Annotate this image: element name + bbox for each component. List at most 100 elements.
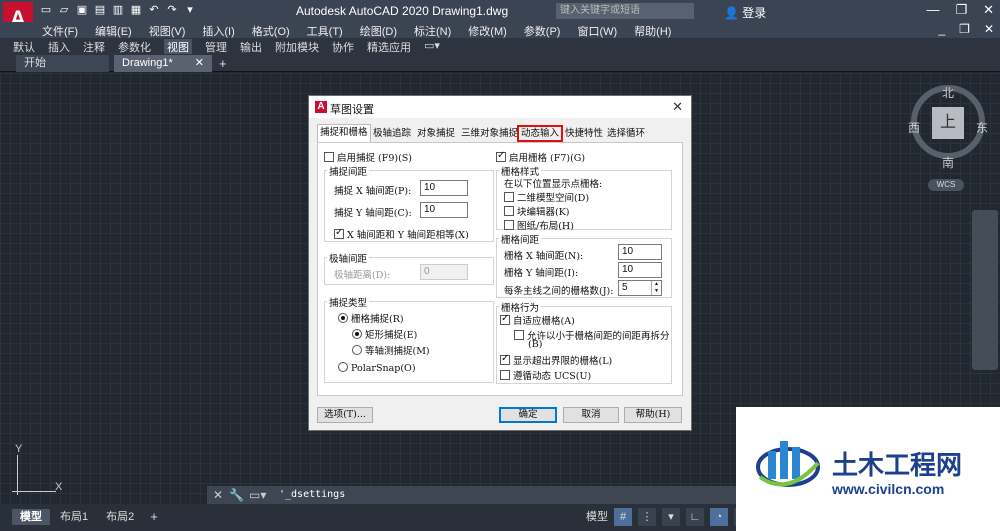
polar-tracking-icon[interactable]: ◔ — [710, 508, 728, 526]
ribbon-tab-addins[interactable]: 附加模块 — [275, 39, 319, 55]
follow-ucs-checkbox[interactable]: 遵循动态 UCS(U) — [500, 368, 591, 382]
snap-dropdown-icon[interactable]: ▾ — [662, 508, 680, 526]
command-line[interactable]: ✕ 🔧 ▭▾ '_dsettings — [207, 486, 737, 504]
polarsnap-radio[interactable]: PolarSnap(O) — [338, 362, 416, 374]
grid-y-label: 栅格 Y 轴间距(I): — [504, 268, 579, 279]
doc-close-icon[interactable]: ✕ — [984, 22, 994, 36]
menu-format[interactable]: 格式(O) — [252, 23, 290, 39]
grid-snap-radio[interactable]: 栅格捕捉(R) — [338, 311, 404, 325]
snap-x-input[interactable]: 10 — [420, 180, 468, 196]
open-folder-icon[interactable]: ▱ — [58, 3, 70, 17]
grid-y-input[interactable]: 10 — [618, 262, 662, 278]
wcs-menu[interactable]: WCS — [928, 179, 964, 191]
layout-tab-model[interactable]: 模型 — [12, 509, 50, 525]
tab-quick-properties[interactable]: 快捷特性 — [565, 126, 603, 142]
ribbon-tab-home[interactable]: 默认 — [13, 39, 35, 55]
plot-icon[interactable]: ▦ — [130, 3, 142, 17]
compass-east[interactable]: 东 — [976, 119, 988, 136]
ribbon-tab-manage[interactable]: 管理 — [205, 39, 227, 55]
new-tab-icon[interactable]: + — [219, 56, 227, 71]
viewcube-top-face[interactable]: 上 — [932, 107, 964, 139]
grid-sheet-layout-checkbox[interactable]: 图纸/布局(H) — [504, 218, 574, 232]
menu-window[interactable]: 窗口(W) — [577, 23, 617, 39]
ribbon-tab-output[interactable]: 输出 — [240, 39, 262, 55]
login-link[interactable]: 👤 登录 — [724, 4, 766, 21]
save-icon[interactable]: ▣ — [76, 3, 88, 17]
tab-object-snap[interactable]: 对象捕捉 — [417, 126, 455, 142]
tab-polar-tracking[interactable]: 极轴追踪 — [373, 126, 411, 142]
command-text[interactable]: '_dsettings — [279, 489, 345, 500]
menu-help[interactable]: 帮助(H) — [634, 23, 671, 39]
undo-icon[interactable]: ↶ — [148, 3, 160, 17]
grid-on-checkbox[interactable]: 启用栅格 (F7)(G) — [496, 150, 585, 164]
options-button[interactable]: 选项(T)... — [317, 407, 373, 423]
wrench-icon[interactable]: 🔧 — [229, 488, 244, 502]
compass-north[interactable]: 北 — [942, 84, 954, 101]
menu-parametric[interactable]: 参数(P) — [524, 23, 561, 39]
doc-tab-start[interactable]: 开始 — [16, 55, 109, 72]
new-file-icon[interactable]: ▭ — [40, 3, 52, 17]
snap-y-input[interactable]: 10 — [420, 202, 468, 218]
doc-restore-icon[interactable]: ❐ — [959, 22, 970, 36]
dialog-close-icon[interactable]: ✕ — [672, 99, 683, 115]
close-icon[interactable]: ✕ — [213, 488, 223, 502]
grid-display-icon[interactable]: # — [614, 508, 632, 526]
menu-draw[interactable]: 绘图(D) — [360, 23, 397, 39]
ribbon-tab-insert[interactable]: 插入 — [48, 39, 70, 55]
layout-tab-layout1[interactable]: 布局1 — [52, 509, 96, 525]
command-prompt-icon[interactable]: ▭▾ — [249, 488, 266, 502]
ortho-icon[interactable]: ∟ — [686, 508, 704, 526]
minimize-icon[interactable]: — — [926, 2, 939, 18]
polar-distance-input[interactable]: 0 — [420, 264, 468, 280]
menu-file[interactable]: 文件(F) — [42, 23, 78, 39]
rectangular-snap-radio[interactable]: 矩形捕捉(E) — [352, 327, 417, 341]
stepper-arrows-icon[interactable]: ▲ ▼ — [651, 281, 661, 295]
customize-dropdown-icon[interactable]: ▾ — [184, 3, 196, 17]
ribbon-tab-parametric[interactable]: 参数化 — [118, 39, 151, 55]
compass-south[interactable]: 南 — [942, 154, 954, 171]
adaptive-grid-checkbox[interactable]: 自适应栅格(A) — [500, 313, 575, 327]
snap-mode-icon[interactable]: ⋮ — [638, 508, 656, 526]
navigation-bar[interactable] — [972, 210, 998, 370]
close-icon[interactable]: ✕ — [983, 2, 994, 18]
layout-tab-layout2[interactable]: 布局2 — [98, 509, 142, 525]
ribbon-tab-collaborate[interactable]: 协作 — [332, 39, 354, 55]
cancel-button[interactable]: 取消 — [563, 407, 619, 423]
redo-icon[interactable]: ↷ — [166, 3, 178, 17]
menu-modify[interactable]: 修改(M) — [468, 23, 507, 39]
search-input[interactable]: 键入关键字或短语 — [556, 3, 694, 19]
ribbon-toggle-icon[interactable]: ▭▾ — [424, 39, 440, 55]
ok-button[interactable]: 确定 — [499, 407, 557, 423]
isometric-snap-radio[interactable]: 等轴测捕捉(M) — [352, 343, 430, 357]
web-icon[interactable]: ▥ — [112, 3, 124, 17]
close-tab-icon[interactable]: ✕ — [195, 55, 204, 72]
beyond-limits-checkbox[interactable]: 显示超出界限的栅格(L) — [500, 353, 612, 367]
doc-minimize-icon[interactable]: _ — [938, 22, 945, 36]
tab-selection-cycling[interactable]: 选择循环 — [607, 126, 645, 142]
ribbon-tab-featured[interactable]: 精选应用 — [367, 39, 411, 55]
tab-snap-grid[interactable]: 捕捉和栅格 — [317, 124, 371, 142]
equal-spacing-checkbox[interactable]: X 轴间距和 Y 轴间距相等(X) — [334, 227, 469, 241]
compass-west[interactable]: 西 — [908, 119, 920, 136]
snap-on-checkbox[interactable]: 启用捕捉 (F9)(S) — [324, 150, 412, 164]
help-button[interactable]: 帮助(H) — [624, 407, 682, 423]
menu-tools[interactable]: 工具(T) — [307, 23, 343, 39]
grid-block-editor-checkbox[interactable]: 块编辑器(K) — [504, 204, 570, 218]
menu-dimension[interactable]: 标注(N) — [414, 23, 451, 39]
grid-x-input[interactable]: 10 — [618, 244, 662, 260]
add-layout-icon[interactable]: + — [150, 509, 158, 525]
doc-tab-label: Drawing1* — [122, 57, 173, 69]
major-line-stepper[interactable]: 5 ▲ ▼ — [618, 280, 662, 296]
model-space-toggle[interactable]: 模型 — [586, 508, 608, 526]
grid-2d-model-checkbox[interactable]: 二维模型空间(D) — [504, 190, 589, 204]
restore-icon[interactable]: ❐ — [955, 2, 967, 18]
ribbon-tab-annotate[interactable]: 注释 — [83, 39, 105, 55]
ribbon-tab-view[interactable]: 视图 — [164, 39, 192, 55]
menu-view[interactable]: 视图(V) — [149, 23, 186, 39]
tab-dynamic-input[interactable]: 动态输入 — [517, 125, 564, 142]
menu-edit[interactable]: 编辑(E) — [95, 23, 132, 39]
tab-3d-object-snap[interactable]: 三维对象捕捉 — [461, 126, 518, 142]
menu-insert[interactable]: 插入(I) — [202, 23, 234, 39]
doc-tab-drawing1[interactable]: Drawing1* ✕ — [114, 55, 212, 72]
save-as-icon[interactable]: ▤ — [94, 3, 106, 17]
